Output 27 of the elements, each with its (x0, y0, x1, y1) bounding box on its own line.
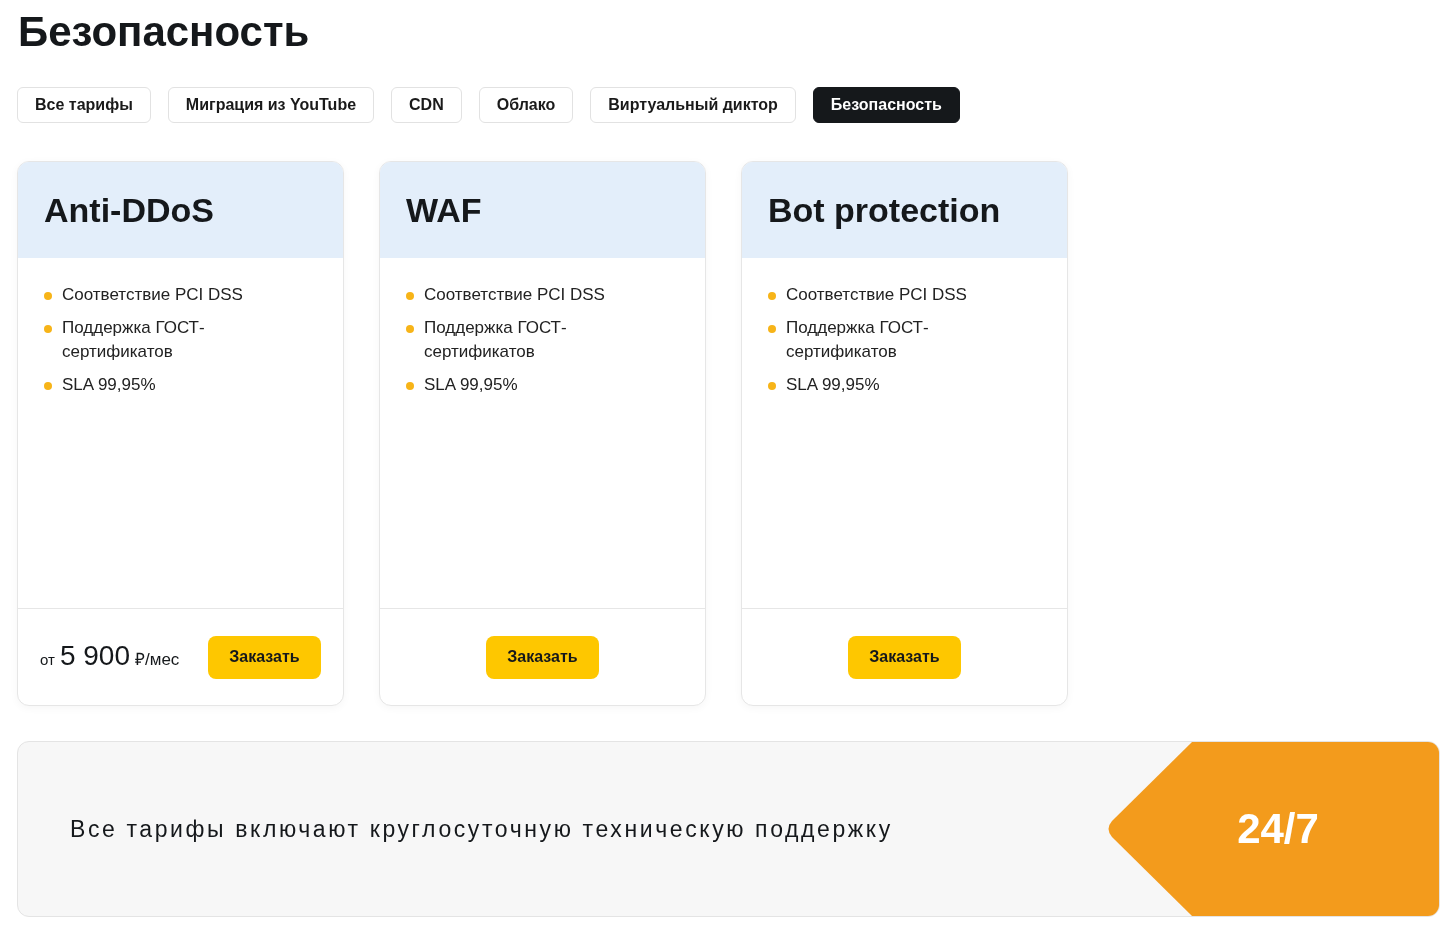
plan-title: Bot protection (768, 193, 1001, 227)
plan-title: WAF (406, 193, 482, 227)
feature-text: Поддержка ГОСТ-сертификатов (786, 317, 930, 363)
badge-text: 24/7 (1237, 808, 1319, 850)
feature-text: Соответствие PCI DSS (786, 284, 967, 306)
filter-tab[interactable]: Все тарифы (17, 87, 151, 123)
feature-text: SLA 99,95% (786, 374, 880, 396)
price-amount: 5 900 (59, 641, 130, 670)
filter-tab[interactable]: Облако (478, 87, 574, 123)
filter-tab[interactable]: Виртуальный диктор (590, 87, 796, 123)
filter-tab[interactable]: CDN (391, 87, 462, 123)
price-unit: ₽/мес (134, 648, 180, 671)
feature-text: Соответствие PCI DSS (424, 284, 605, 306)
filter-tab[interactable]: Миграция из YouTube (167, 87, 375, 123)
filter-tab[interactable]: Безопасность (812, 87, 960, 123)
price-prefix: от (40, 649, 55, 670)
feature-text: SLA 99,95% (62, 374, 156, 396)
feature-text: Поддержка ГОСТ-сертификатов (62, 317, 206, 363)
feature-text: Поддержка ГОСТ-сертификатов (424, 317, 568, 363)
order-button[interactable]: Заказать (848, 635, 961, 679)
plan-title: Anti-DDoS (44, 193, 214, 227)
order-button[interactable]: Заказать (208, 635, 321, 679)
feature-text: SLA 99,95% (424, 374, 518, 396)
feature-text: Соответствие PCI DSS (62, 284, 243, 306)
page-title: Безопасность (18, 8, 310, 56)
order-button[interactable]: Заказать (486, 635, 599, 679)
banner-text: Все тарифы включают круглосуточную техническую поддержку (70, 814, 893, 844)
